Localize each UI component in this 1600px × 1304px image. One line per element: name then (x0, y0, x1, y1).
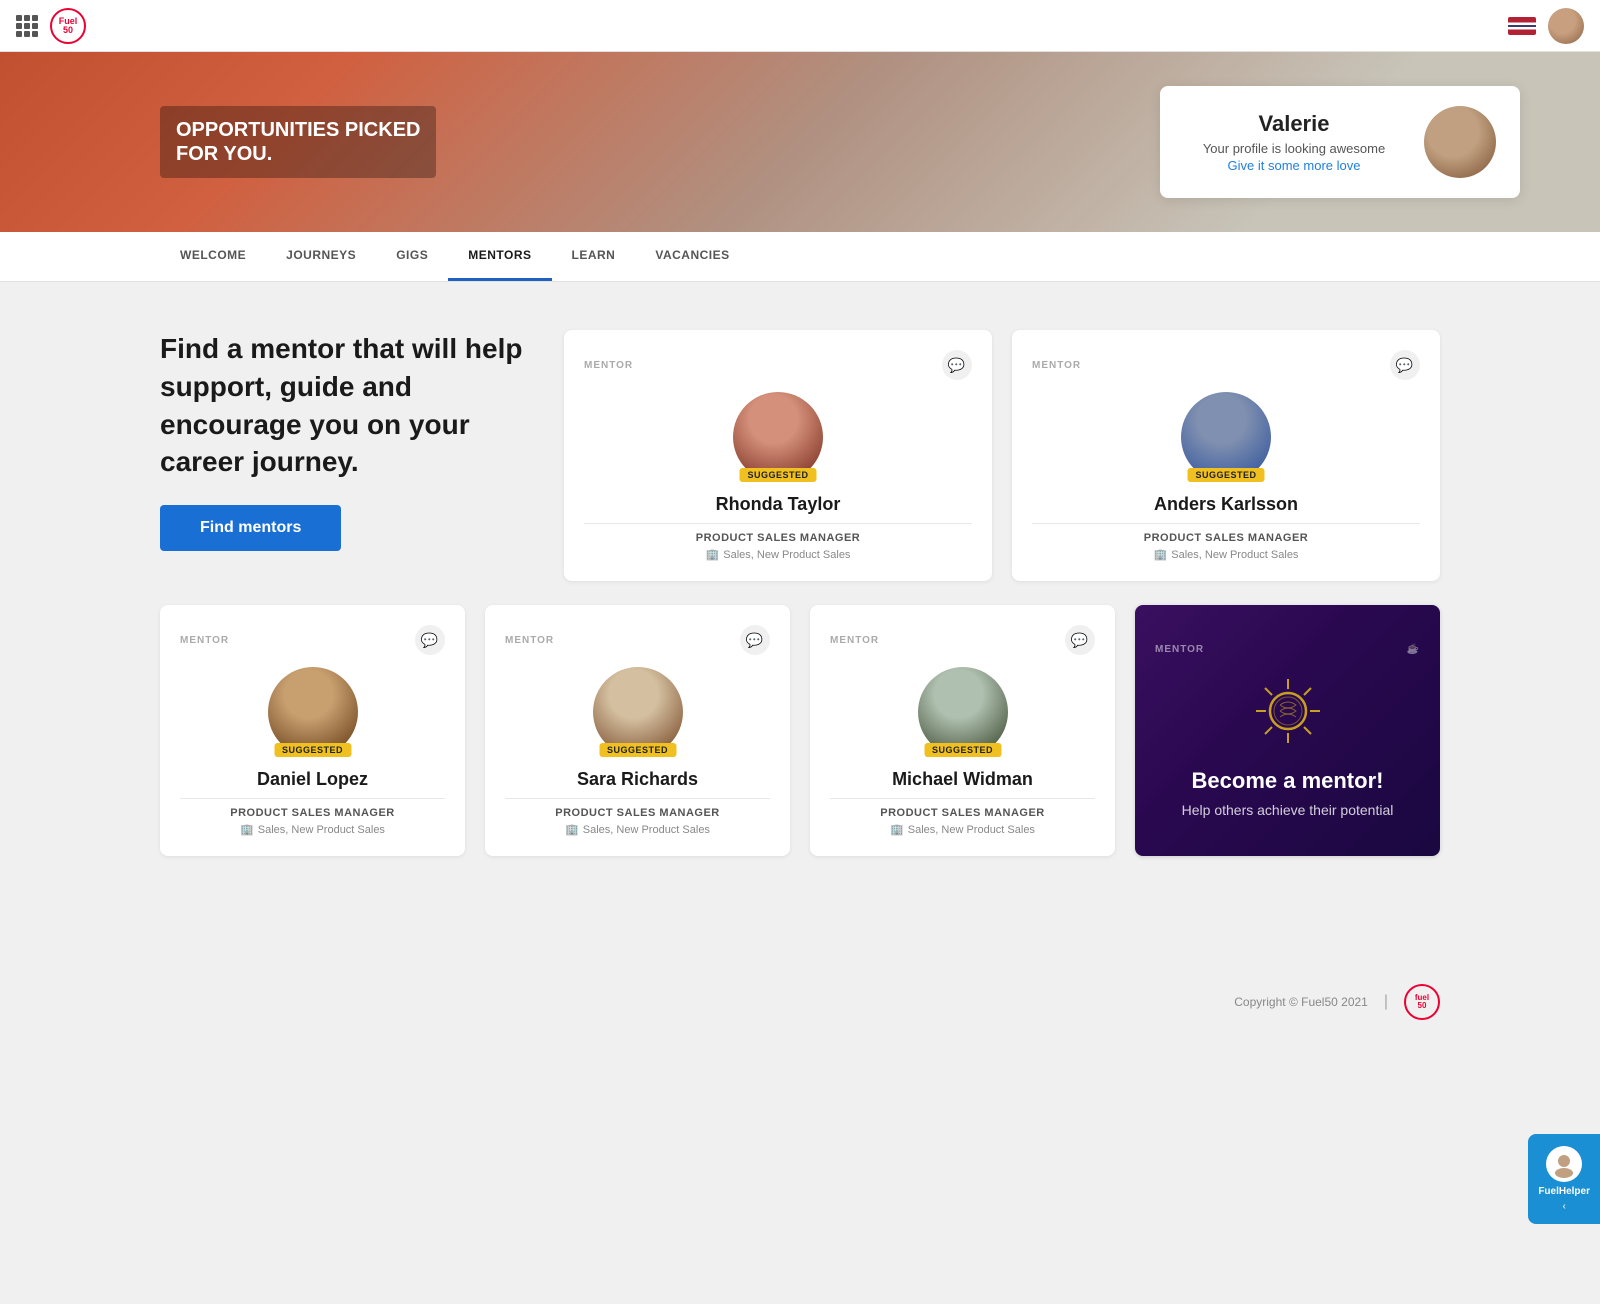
suggested-badge-michael: SUGGESTED (924, 743, 1001, 757)
nav-item-gigs[interactable]: GIGS (376, 232, 448, 281)
hero-title-line1: OPPORTUNITIES PICKED (176, 118, 420, 142)
profile-subtitle: Your profile is looking awesome (1184, 141, 1404, 156)
become-mentor-title: Become a mentor! (1192, 768, 1384, 794)
bottom-mentor-cards: MENTOR 💬 SUGGESTED Daniel Lopez PRODUCT … (160, 605, 1440, 856)
left-intro-panel: Find a mentor that will help support, gu… (160, 330, 540, 551)
app-logo[interactable]: Fuel 50 (50, 8, 86, 44)
fuel-helper-label: FuelHelper (1538, 1186, 1590, 1197)
mentor-tags-anders: 🏢 Sales, New Product Sales (1032, 548, 1420, 561)
mentor-label-4: MENTOR 💬 (830, 625, 1095, 655)
suggested-badge-sara: SUGGESTED (599, 743, 676, 757)
top-mentor-cards: MENTOR 💬 SUGGESTED Rhonda Taylor PRODUCT… (564, 330, 1440, 581)
header-left: Fuel 50 (16, 8, 86, 44)
mentor-name-rhonda: Rhonda Taylor (584, 494, 972, 515)
fuel-helper-arrow-icon: ‹ (1562, 1201, 1565, 1212)
nav-item-vacancies[interactable]: VACANCIES (635, 232, 749, 281)
mentor-label-0: MENTOR 💬 (584, 350, 972, 380)
mentor-name-daniel: Daniel Lopez (180, 769, 445, 790)
building-icon-rhonda: 🏢 (706, 548, 720, 561)
user-avatar-header[interactable] (1548, 8, 1584, 44)
page-footer: Copyright © Fuel50 2021 | fuel 50 (0, 944, 1600, 1060)
mentor-role-rhonda: PRODUCT SALES MANAGER (584, 532, 972, 544)
mentor-card-anders: MENTOR 💬 SUGGESTED Anders Karlsson PRODU… (1012, 330, 1440, 581)
footer-inner: Copyright © Fuel50 2021 | fuel 50 (160, 984, 1440, 1020)
mentor-role-michael: PRODUCT SALES MANAGER (830, 807, 1095, 819)
suggested-badge-anders: SUGGESTED (1187, 468, 1264, 482)
top-content-row: Find a mentor that will help support, gu… (160, 330, 1440, 581)
chat-icon-rhonda[interactable]: 💬 (942, 350, 972, 380)
sun-decorative-icon (1252, 675, 1324, 752)
main-nav: WELCOME JOURNEYS GIGS MENTORS LEARN VACA… (0, 232, 1600, 282)
hero-text-overlay: OPPORTUNITIES PICKED FOR YOU. (160, 106, 436, 178)
become-mentor-sub: Help others achieve their potential (1182, 802, 1394, 818)
mentor-role-sara: PRODUCT SALES MANAGER (505, 807, 770, 819)
profile-link[interactable]: Give it some more love (1184, 158, 1404, 173)
mentor-avatar-wrap-anders: SUGGESTED (1032, 392, 1420, 482)
hero-banner: OPPORTUNITIES PICKED FOR YOU. Valerie Yo… (0, 52, 1600, 232)
mentor-tags-sara: 🏢 Sales, New Product Sales (505, 823, 770, 836)
mentor-tags-michael: 🏢 Sales, New Product Sales (830, 823, 1095, 836)
nav-item-learn[interactable]: LEARN (552, 232, 636, 281)
hero-title-line2: FOR YOU. (176, 142, 420, 166)
footer-logo-text: fuel 50 (1415, 994, 1429, 1010)
nav-item-welcome[interactable]: WELCOME (160, 232, 266, 281)
mentor-avatar-wrap-daniel: SUGGESTED (180, 667, 445, 757)
footer-divider: | (1384, 993, 1388, 1011)
mentor-label-2: MENTOR 💬 (180, 625, 445, 655)
chat-icon-michael[interactable]: 💬 (1065, 625, 1095, 655)
mentor-card-daniel: MENTOR 💬 SUGGESTED Daniel Lopez PRODUCT … (160, 605, 465, 856)
become-mentor-card[interactable]: MENTOR ☕ (1135, 605, 1440, 856)
find-mentors-button[interactable]: Find mentors (160, 505, 341, 551)
mentor-avatar-wrap-rhonda: SUGGESTED (584, 392, 972, 482)
app-header: Fuel 50 (0, 0, 1600, 52)
nav-item-mentors[interactable]: MENTORS (448, 232, 551, 281)
mentor-name-michael: Michael Widman (830, 769, 1095, 790)
profile-card: Valerie Your profile is looking awesome … (1160, 86, 1520, 198)
fuel-helper-avatar (1546, 1146, 1582, 1182)
nav-item-journeys[interactable]: JOURNEYS (266, 232, 376, 281)
building-icon-daniel: 🏢 (240, 823, 254, 836)
mentor-label-3: MENTOR 💬 (505, 625, 770, 655)
logo-text: Fuel 50 (59, 17, 78, 35)
mentor-avatar-wrap-michael: SUGGESTED (830, 667, 1095, 757)
profile-card-text: Valerie Your profile is looking awesome … (1184, 111, 1404, 173)
header-right (1508, 8, 1584, 44)
profile-name: Valerie (1184, 111, 1404, 137)
become-mentor-label: MENTOR ☕ (1155, 644, 1420, 655)
mentor-role-daniel: PRODUCT SALES MANAGER (180, 807, 445, 819)
building-icon-sara: 🏢 (565, 823, 579, 836)
mentor-avatar-wrap-sara: SUGGESTED (505, 667, 770, 757)
mentor-name-sara: Sara Richards (505, 769, 770, 790)
fuel-helper-widget[interactable]: FuelHelper ‹ (1528, 1134, 1600, 1224)
mentor-card-rhonda: MENTOR 💬 SUGGESTED Rhonda Taylor PRODUCT… (564, 330, 992, 581)
suggested-badge-rhonda: SUGGESTED (739, 468, 816, 482)
mentor-tags-rhonda: 🏢 Sales, New Product Sales (584, 548, 972, 561)
chat-icon-anders[interactable]: 💬 (1390, 350, 1420, 380)
suggested-badge-daniel: SUGGESTED (274, 743, 351, 757)
mentor-card-sara: MENTOR 💬 SUGGESTED Sara Richards PRODUCT… (485, 605, 790, 856)
footer-copyright: Copyright © Fuel50 2021 (1234, 995, 1368, 1009)
profile-avatar (1424, 106, 1496, 178)
coffee-icon: ☕ (1407, 644, 1420, 655)
chat-icon-sara[interactable]: 💬 (740, 625, 770, 655)
building-icon-anders: 🏢 (1154, 548, 1168, 561)
mentor-role-anders: PRODUCT SALES MANAGER (1032, 532, 1420, 544)
mentor-card-michael: MENTOR 💬 SUGGESTED Michael Widman PRODUC… (810, 605, 1115, 856)
language-flag-icon[interactable] (1508, 17, 1536, 35)
mentor-tags-daniel: 🏢 Sales, New Product Sales (180, 823, 445, 836)
main-content: Find a mentor that will help support, gu… (0, 282, 1600, 904)
mentor-label-1: MENTOR 💬 (1032, 350, 1420, 380)
building-icon-michael: 🏢 (890, 823, 904, 836)
main-headline: Find a mentor that will help support, gu… (160, 330, 540, 481)
footer-logo: fuel 50 (1404, 984, 1440, 1020)
mentor-name-anders: Anders Karlsson (1032, 494, 1420, 515)
grid-menu-icon[interactable] (16, 15, 38, 37)
chat-icon-daniel[interactable]: 💬 (415, 625, 445, 655)
